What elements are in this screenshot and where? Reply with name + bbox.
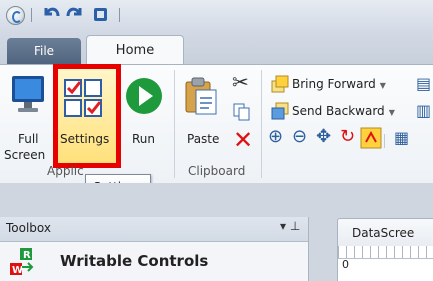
settings-label: Settings	[60, 132, 110, 146]
paste-icon[interactable]	[184, 76, 218, 116]
copy-icon[interactable]	[232, 102, 252, 122]
ruler	[338, 246, 433, 259]
paste-label: Paste	[187, 132, 220, 146]
layout-icon[interactable]: ▤	[416, 74, 431, 93]
clipboard-group-label: Clipboard	[188, 164, 246, 178]
send-backward-icon	[271, 102, 289, 120]
qat-separator	[119, 8, 120, 22]
application-group-label: Applic	[47, 164, 84, 178]
tab-file[interactable]: File	[7, 38, 81, 64]
fit-icon[interactable]	[360, 127, 382, 149]
delete-icon[interactable]: ✕	[233, 126, 253, 154]
writable-controls-icon: R W	[10, 248, 34, 276]
tab-datascreen[interactable]: DataScree	[337, 218, 433, 246]
run-label: Run	[132, 132, 156, 146]
stop-icon[interactable]	[90, 3, 112, 25]
send-backward-button[interactable]: Send Backward ▼	[292, 100, 395, 122]
ruler-zero: 0	[342, 258, 349, 271]
pin-icon[interactable]: ▾ ⊥	[280, 219, 300, 233]
bring-forward-label: Bring Forward	[292, 77, 376, 91]
monitor-icon[interactable]	[10, 74, 48, 116]
chevron-down-icon: ▼	[379, 81, 386, 90]
group-separator	[261, 70, 262, 178]
chevron-down-icon: ▼	[388, 108, 395, 117]
zoom-out-icon[interactable]: ⊖	[292, 126, 307, 147]
document-canvas[interactable]: 0	[337, 246, 433, 281]
bring-forward-button[interactable]: Bring Forward ▼	[292, 73, 386, 95]
toolbox-title: Toolbox	[6, 221, 51, 235]
grid-icon[interactable]: ▥	[416, 101, 431, 120]
send-backward-label: Send Backward	[292, 104, 385, 118]
tab-home[interactable]: Home	[86, 35, 184, 66]
writable-controls-header[interactable]: Writable Controls	[60, 252, 208, 270]
group-separator	[174, 70, 175, 178]
full-screen-label: Full	[18, 132, 39, 146]
full-screen-label-2: Screen	[4, 148, 46, 162]
align-icon[interactable]: ▦	[394, 128, 409, 147]
rotate-icon[interactable]: ↻	[340, 126, 355, 147]
quick-access-toolbar	[0, 0, 433, 30]
divider	[384, 134, 385, 148]
qat-separator	[31, 8, 32, 22]
undo-icon[interactable]	[40, 3, 62, 25]
ribbon-tab-strip: File Home	[0, 30, 433, 66]
app-menu-icon[interactable]	[6, 6, 25, 25]
zoom-in-icon[interactable]: ⊕	[268, 126, 283, 147]
svg-text:W: W	[12, 265, 23, 276]
redo-icon[interactable]	[64, 3, 86, 25]
pan-icon[interactable]: ✥	[316, 126, 331, 147]
settings-checkbox-icon	[64, 79, 102, 117]
bring-forward-icon	[271, 75, 289, 93]
cut-icon[interactable]: ✂	[232, 70, 249, 94]
run-icon[interactable]	[124, 76, 164, 116]
svg-text:R: R	[23, 250, 31, 261]
